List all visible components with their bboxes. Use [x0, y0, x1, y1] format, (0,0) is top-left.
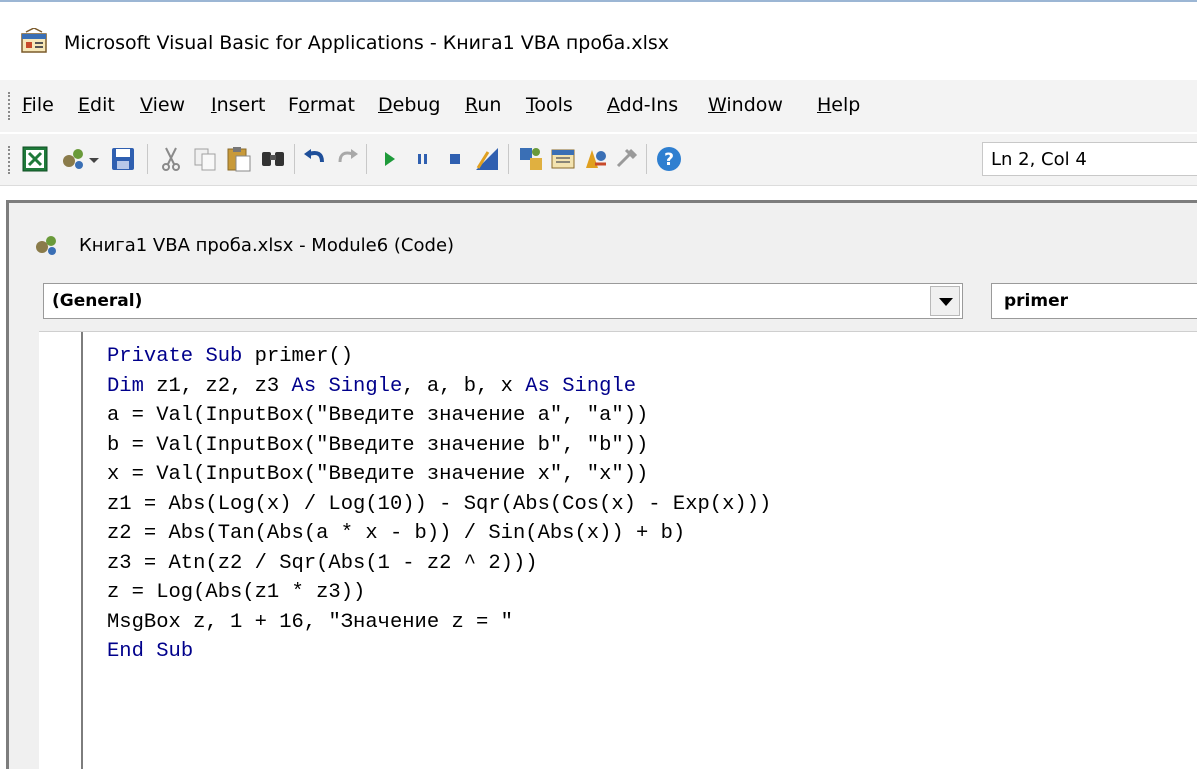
code-line[interactable]: b = Val(InputBox("Введите значение b", "…	[107, 431, 771, 461]
menu-format[interactable]: Format	[288, 94, 355, 116]
standard-toolbar: ? Ln 2, Col 4	[0, 134, 1197, 186]
paste-icon[interactable]	[224, 144, 254, 174]
menu-view[interactable]: View	[140, 94, 185, 116]
menu-debug[interactable]: Debug	[378, 94, 441, 116]
margin-indicator-bar[interactable]	[39, 332, 83, 769]
run-icon[interactable]	[374, 144, 404, 174]
properties-window-icon[interactable]	[548, 144, 578, 174]
menu-insert[interactable]: Insert	[211, 94, 266, 116]
toolbar-separator	[508, 144, 509, 174]
code-editor[interactable]: Private Sub primer() Dim z1, z2, z3 As Si…	[39, 331, 1197, 769]
code-line[interactable]: MsgBox z, 1 + 16, "Значение z = "	[107, 608, 771, 638]
save-icon[interactable]	[108, 144, 138, 174]
menu-add-ins[interactable]: Add-Ins	[607, 94, 678, 116]
object-browser-icon[interactable]	[580, 144, 610, 174]
menu-file[interactable]: File	[22, 94, 54, 116]
menu-help[interactable]: Help	[817, 94, 860, 116]
code-lines[interactable]: Private Sub primer() Dim z1, z2, z3 As Si…	[107, 342, 771, 667]
project-explorer-icon[interactable]	[516, 144, 546, 174]
code-window: Книга1 VBA проба.xlsx - Module6 (Code) (…	[6, 200, 1197, 769]
menu-bar: File Edit View Insert Format Debug Run T…	[0, 80, 1197, 132]
code-line[interactable]: x = Val(InputBox("Введите значение x", "…	[107, 460, 771, 490]
reset-icon[interactable]	[440, 144, 470, 174]
object-combo-value: (General)	[52, 291, 143, 311]
toolbar-separator	[147, 144, 148, 174]
insert-module-icon[interactable]	[58, 144, 88, 174]
break-icon[interactable]	[408, 144, 438, 174]
menu-window[interactable]: Window	[708, 94, 783, 116]
vba-app-icon	[21, 28, 47, 53]
code-line[interactable]: Private Sub primer()	[107, 342, 771, 372]
code-line[interactable]: Dim z1, z2, z3 As Single, a, b, x As Sin…	[107, 372, 771, 402]
toolbar-separator	[366, 144, 367, 174]
module-icon	[36, 236, 56, 255]
toolbar-grip[interactable]	[8, 146, 12, 174]
procedure-combo-value: primer	[1004, 291, 1069, 311]
svg-text:?: ?	[664, 150, 674, 170]
menu-tools[interactable]: Tools	[526, 94, 573, 116]
toolbar-separator	[294, 144, 295, 174]
menu-edit[interactable]: Edit	[78, 94, 115, 116]
menu-grip[interactable]	[8, 92, 12, 120]
view-excel-icon[interactable]	[20, 144, 50, 174]
code-line[interactable]: End Sub	[107, 637, 771, 667]
toolbox-icon[interactable]	[612, 144, 642, 174]
chevron-down-icon[interactable]	[86, 144, 102, 174]
copy-icon[interactable]	[190, 144, 220, 174]
code-line[interactable]: z2 = Abs(Tan(Abs(a * x - b)) / Sin(Abs(x…	[107, 519, 771, 549]
procedure-combo[interactable]: primer	[991, 283, 1197, 319]
undo-icon[interactable]	[300, 144, 330, 174]
chevron-down-icon	[939, 298, 953, 306]
cursor-position-readout: Ln 2, Col 4	[982, 142, 1197, 176]
find-icon[interactable]	[258, 144, 288, 174]
menu-run[interactable]: Run	[465, 94, 501, 116]
window-title: Microsoft Visual Basic for Applications …	[64, 32, 670, 54]
code-line[interactable]: z3 = Atn(z2 / Sqr(Abs(1 - z2 ^ 2)))	[107, 549, 771, 579]
design-mode-icon[interactable]	[472, 144, 502, 174]
code-line[interactable]: a = Val(InputBox("Введите значение a", "…	[107, 401, 771, 431]
object-combo[interactable]: (General)	[43, 283, 963, 319]
code-line[interactable]: z = Log(Abs(z1 * z3))	[107, 578, 771, 608]
cut-icon[interactable]	[156, 144, 186, 174]
help-icon[interactable]: ?	[654, 144, 684, 174]
object-combo-dropdown-button[interactable]	[930, 286, 960, 316]
code-line[interactable]: z1 = Abs(Log(x) / Log(10)) - Sqr(Abs(Cos…	[107, 490, 771, 520]
code-window-title: Книга1 VBA проба.xlsx - Module6 (Code)	[79, 235, 455, 256]
toolbar-separator	[646, 144, 647, 174]
redo-icon[interactable]	[332, 144, 362, 174]
title-bar: Microsoft Visual Basic for Applications …	[0, 0, 1197, 72]
